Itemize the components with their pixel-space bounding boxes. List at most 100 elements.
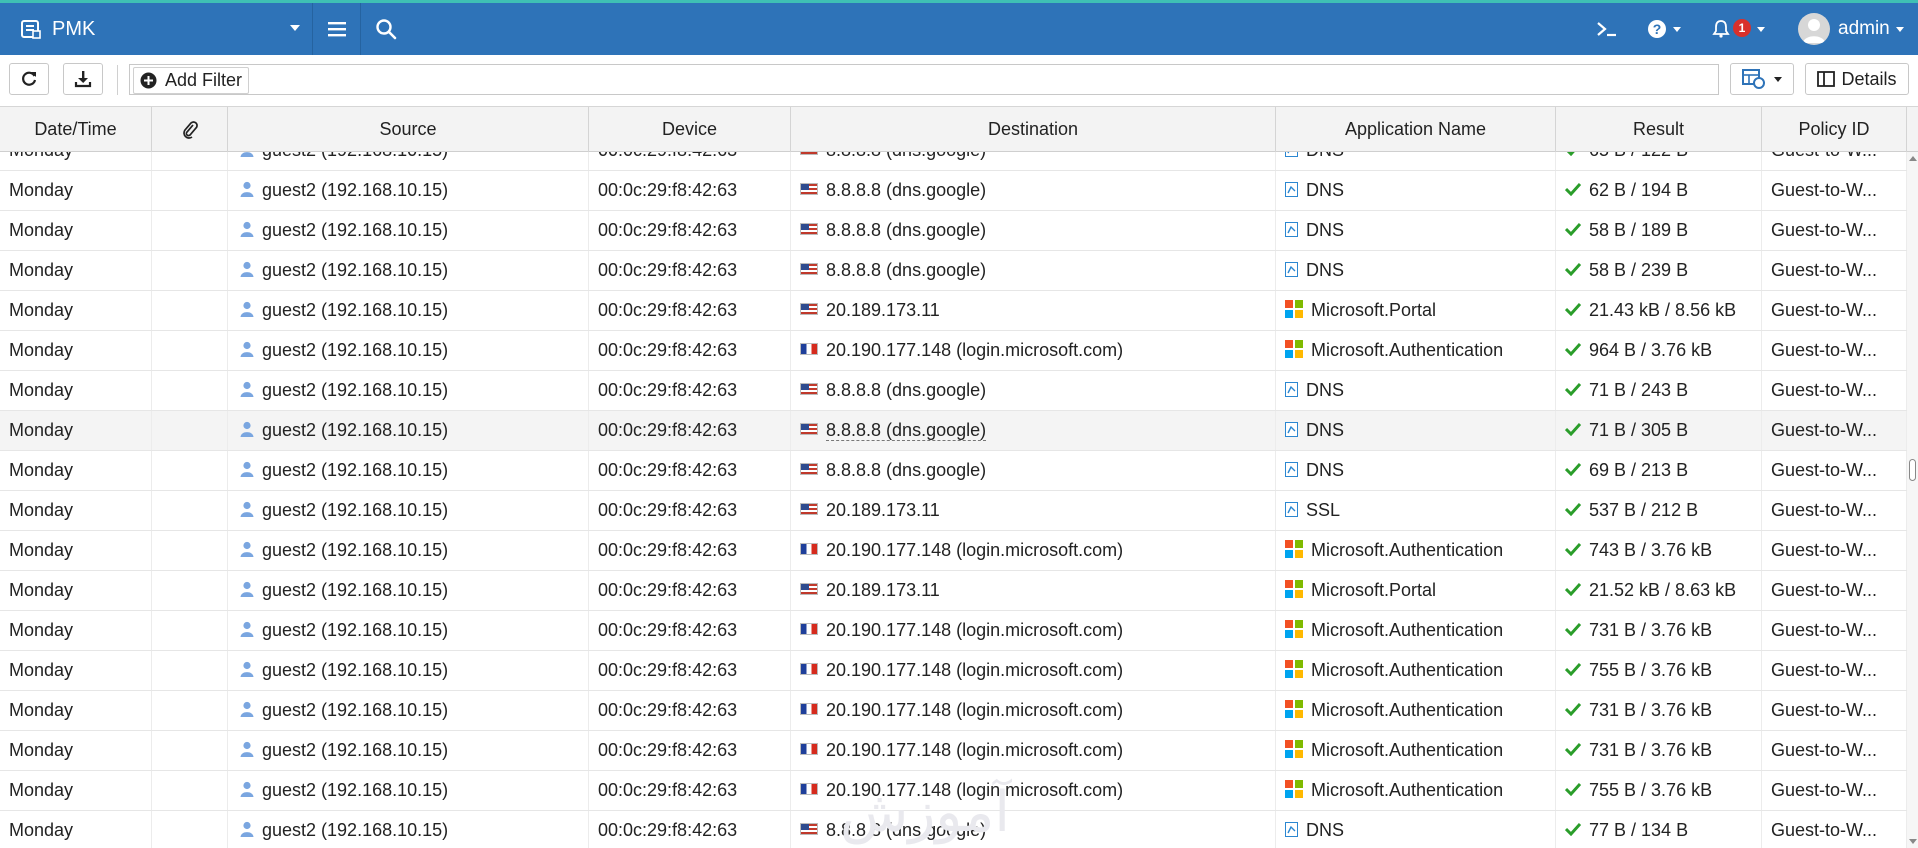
scroll-thumb[interactable] — [1909, 459, 1916, 481]
cell-datetime-text: Monday — [9, 660, 74, 680]
download-icon — [74, 71, 92, 88]
filter-input[interactable]: Add Filter — [129, 64, 1719, 95]
cell-destination-text[interactable]: 8.8.8.8 (dns.google) — [826, 260, 986, 280]
cell-destination-text[interactable]: 20.190.177.148 (login.microsoft.com) — [826, 660, 1123, 680]
cell-attachment — [152, 411, 228, 450]
table-row[interactable]: Monday guest2 (192.168.10.15) 00:0c:29:f8:… — [0, 531, 1907, 571]
column-header-policy-id[interactable]: Policy ID — [1762, 107, 1907, 152]
cell-destination-text[interactable]: 20.189.173.11 — [826, 500, 940, 520]
cell-source-text[interactable]: guest2 (192.168.10.15) — [262, 460, 448, 480]
add-filter-button[interactable]: Add Filter — [133, 67, 250, 94]
cell-policy-id: Guest-to-W... — [1762, 611, 1907, 650]
cell-policy-id: Guest-to-W... — [1762, 651, 1907, 690]
cell-source-text[interactable]: guest2 (192.168.10.15) — [262, 500, 448, 520]
column-header-result[interactable]: Result — [1556, 107, 1762, 152]
column-header-device[interactable]: Device — [589, 107, 791, 152]
cell-source-text[interactable]: guest2 (192.168.10.15) — [262, 300, 448, 320]
cell-source: guest2 (192.168.10.15) — [228, 611, 589, 650]
search-button[interactable] — [362, 3, 410, 55]
table-row[interactable]: Monday guest2 (192.168.10.15) 00:0c:29:f8:… — [0, 651, 1907, 691]
column-header-attachment[interactable] — [152, 107, 228, 152]
scroll-up-icon[interactable] — [1909, 156, 1917, 161]
application-icon — [1285, 421, 1298, 437]
column-header-application[interactable]: Application Name — [1276, 107, 1556, 152]
cell-application-text: DNS — [1306, 820, 1345, 840]
table-row[interactable]: Monday guest2 (192.168.10.15) 00:0c:29:f8:… — [0, 611, 1907, 651]
cell-destination-text[interactable]: 20.190.177.148 (login.microsoft.com) — [826, 540, 1123, 560]
cell-destination-text[interactable]: 8.8.8.8 (dns.google) — [826, 220, 986, 240]
cell-policy-id-text: Guest-to-W... — [1771, 152, 1877, 160]
cell-result-text: 62 B / 194 B — [1589, 180, 1689, 200]
table-row[interactable]: Monday guest2 (192.168.10.15) 00:0c:29:f8:… — [0, 152, 1907, 171]
cell-datetime-text: Monday — [9, 460, 74, 480]
cell-datetime-text: Monday — [9, 540, 74, 560]
cell-source-text[interactable]: guest2 (192.168.10.15) — [262, 220, 448, 240]
table-row[interactable]: Monday guest2 (192.168.10.15) 00:0c:29:f8:… — [0, 371, 1907, 411]
view-options-button[interactable] — [1730, 63, 1794, 95]
cell-policy-id: Guest-to-W... — [1762, 211, 1907, 250]
menu-toggle-button[interactable] — [313, 3, 361, 55]
table-row[interactable]: Monday guest2 (192.168.10.15) 00:0c:29:f8:… — [0, 171, 1907, 211]
table-row[interactable]: Monday guest2 (192.168.10.15) 00:0c:29:f8:… — [0, 211, 1907, 251]
cell-source-text[interactable]: guest2 (192.168.10.15) — [262, 260, 448, 280]
download-button[interactable] — [63, 63, 103, 95]
cell-source-text[interactable]: guest2 (192.168.10.15) — [262, 620, 448, 640]
cell-source-text[interactable]: guest2 (192.168.10.15) — [262, 340, 448, 360]
table-row[interactable]: Monday guest2 (192.168.10.15) 00:0c:29:f8:… — [0, 571, 1907, 611]
cell-destination-text[interactable]: 20.190.177.148 (login.microsoft.com) — [826, 700, 1123, 720]
cell-destination-text[interactable]: 20.189.173.11 — [826, 580, 940, 600]
cell-device-text: 00:0c:29:f8:42:63 — [598, 260, 738, 280]
column-header-datetime[interactable]: Date/Time — [0, 107, 152, 152]
vertical-scrollbar[interactable] — [1907, 152, 1918, 848]
cell-source-text[interactable]: guest2 (192.168.10.15) — [262, 820, 448, 840]
table-row[interactable]: Monday guest2 (192.168.10.15) 00:0c:29:f8:… — [0, 731, 1907, 771]
cell-application: Microsoft.Authentication — [1276, 691, 1556, 730]
cell-result-text: 65 B / 122 B — [1589, 152, 1688, 160]
cli-console-button[interactable] — [1596, 3, 1618, 55]
cell-destination-text[interactable]: 20.190.177.148 (login.microsoft.com) — [826, 340, 1123, 360]
table-row[interactable]: Monday guest2 (192.168.10.15) 00:0c:29:f8:… — [0, 691, 1907, 731]
cell-destination: 8.8.8.8 (dns.google) — [791, 171, 1276, 210]
cell-source-text[interactable]: guest2 (192.168.10.15) — [262, 780, 448, 800]
cell-device-text: 00:0c:29:f8:42:63 — [598, 540, 738, 560]
refresh-button[interactable] — [9, 63, 49, 95]
cell-source-text[interactable]: guest2 (192.168.10.15) — [262, 180, 448, 200]
cell-source-text[interactable]: guest2 (192.168.10.15) — [262, 740, 448, 760]
cell-destination-text[interactable]: 8.8.8.8 (dns.google) — [826, 152, 986, 160]
user-menu-button[interactable]: admin — [1798, 3, 1904, 55]
cell-destination-text[interactable]: 20.190.177.148 (login.microsoft.com) — [826, 740, 1123, 760]
help-menu-button[interactable]: ? — [1647, 3, 1681, 55]
cell-result: 755 B / 3.76 kB — [1556, 771, 1762, 810]
cell-source-text[interactable]: guest2 (192.168.10.15) — [262, 152, 448, 160]
column-header-destination[interactable]: Destination — [791, 107, 1276, 152]
cell-source-text[interactable]: guest2 (192.168.10.15) — [262, 660, 448, 680]
cell-destination-text[interactable]: 20.190.177.148 (login.microsoft.com) — [826, 780, 1123, 800]
table-row[interactable]: Monday guest2 (192.168.10.15) 00:0c:29:f8:… — [0, 771, 1907, 811]
table-row[interactable]: Monday guest2 (192.168.10.15) 00:0c:29:f8:… — [0, 491, 1907, 531]
details-button[interactable]: Details — [1805, 63, 1909, 95]
cell-destination-text[interactable]: 8.8.8.8 (dns.google) — [826, 420, 987, 441]
cell-source-text[interactable]: guest2 (192.168.10.15) — [262, 420, 448, 440]
cell-destination-text[interactable]: 20.189.173.11 — [826, 300, 940, 320]
cell-destination-text[interactable]: 8.8.8.8 (dns.google) — [826, 380, 986, 400]
cell-source-text[interactable]: guest2 (192.168.10.15) — [262, 700, 448, 720]
table-row[interactable]: Monday guest2 (192.168.10.15) 00:0c:29:f8:… — [0, 291, 1907, 331]
cell-destination-text[interactable]: 8.8.8.8 (dns.google) — [826, 820, 986, 840]
cell-datetime: Monday — [0, 251, 152, 290]
table-row[interactable]: Monday guest2 (192.168.10.15) 00:0c:29:f8:… — [0, 331, 1907, 371]
cell-destination-text[interactable]: 8.8.8.8 (dns.google) — [826, 180, 986, 200]
cell-destination-text[interactable]: 20.190.177.148 (login.microsoft.com) — [826, 620, 1123, 640]
scroll-down-icon[interactable] — [1909, 839, 1917, 844]
cell-source-text[interactable]: guest2 (192.168.10.15) — [262, 540, 448, 560]
cell-device: 00:0c:29:f8:42:63 — [589, 331, 791, 370]
table-row[interactable]: Monday guest2 (192.168.10.15) 00:0c:29:f8:… — [0, 451, 1907, 491]
cell-destination-text[interactable]: 8.8.8.8 (dns.google) — [826, 460, 986, 480]
table-row[interactable]: Monday guest2 (192.168.10.15) 00:0c:29:f8:… — [0, 411, 1907, 451]
column-header-source[interactable]: Source — [228, 107, 589, 152]
table-row[interactable]: Monday guest2 (192.168.10.15) 00:0c:29:f8:… — [0, 811, 1907, 848]
device-selector[interactable]: PMK — [0, 3, 313, 55]
cell-result-text: 731 B / 3.76 kB — [1589, 740, 1713, 760]
cell-source-text[interactable]: guest2 (192.168.10.15) — [262, 380, 448, 400]
cell-source-text[interactable]: guest2 (192.168.10.15) — [262, 580, 448, 600]
table-row[interactable]: Monday guest2 (192.168.10.15) 00:0c:29:f8:… — [0, 251, 1907, 291]
